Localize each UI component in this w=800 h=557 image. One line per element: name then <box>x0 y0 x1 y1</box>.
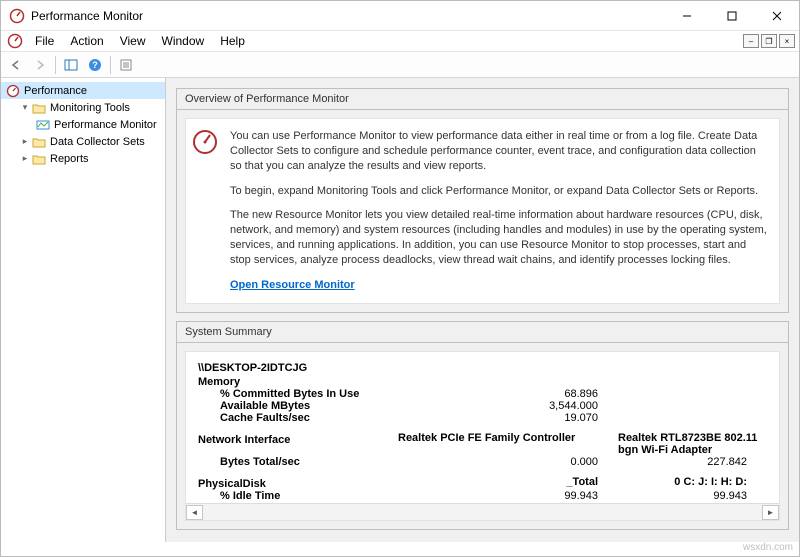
close-button[interactable] <box>754 1 799 30</box>
back-button[interactable] <box>5 54 27 76</box>
footer-watermark: wsxdn.com <box>1 542 799 556</box>
row-label: Available MBytes <box>198 400 398 412</box>
summary-body[interactable]: \\DESKTOP-2IDTCJG Memory % Committed Byt… <box>186 352 779 503</box>
menubar: File Action View Window Help <box>27 31 743 51</box>
row-label: Cache Faults/sec <box>198 412 398 424</box>
collapse-icon[interactable]: ▾ <box>19 102 31 113</box>
menu-file[interactable]: File <box>27 32 62 50</box>
menu-help[interactable]: Help <box>212 32 253 50</box>
row-value: 0.000 <box>398 456 618 468</box>
row-value: 19.070 <box>398 412 618 424</box>
open-resource-monitor-link[interactable]: Open Resource Monitor <box>230 279 355 291</box>
window-title: Performance Monitor <box>31 9 664 23</box>
mmc-icon <box>7 33 23 49</box>
maximize-button[interactable] <box>709 1 754 30</box>
tree-label: Performance Monitor <box>54 119 157 131</box>
toolbar-separator-2 <box>110 56 111 74</box>
tree-node-performance-monitor[interactable]: Performance Monitor <box>1 116 165 133</box>
window-buttons <box>664 1 799 30</box>
help-button[interactable]: ? <box>84 54 106 76</box>
minimize-button[interactable] <box>664 1 709 30</box>
row-label: % Idle Time <box>198 490 398 502</box>
show-hide-tree-button[interactable] <box>60 54 82 76</box>
overview-p3: The new Resource Monitor lets you view d… <box>230 208 769 267</box>
expand-icon[interactable]: ▸ <box>19 136 31 147</box>
perfmon-icon <box>35 117 51 133</box>
menu-window[interactable]: Window <box>154 32 213 50</box>
row-value: 99.943 <box>618 490 767 502</box>
folder-icon <box>31 134 47 150</box>
scroll-right-button[interactable]: ► <box>762 505 779 520</box>
network-title: Network Interface <box>198 434 398 456</box>
disk-grid: PhysicalDisk _Total 0 C: J: I: H: D: % I… <box>198 476 767 503</box>
row-value: 3,544.000 <box>398 400 618 412</box>
menu-action[interactable]: Action <box>62 32 111 50</box>
mdi-restore-button[interactable]: ❐ <box>761 34 777 48</box>
memory-grid: % Committed Bytes In Use68.896 Available… <box>198 388 767 424</box>
tree-node-reports[interactable]: ▸ Reports <box>1 150 165 167</box>
body: Performance ▾ Monitoring Tools Performan… <box>1 78 799 542</box>
overview-icon <box>192 129 220 293</box>
folder-icon <box>31 151 47 167</box>
properties-button[interactable] <box>115 54 137 76</box>
expand-icon[interactable]: ▸ <box>19 153 31 164</box>
col-header: Realtek RTL8723BE 802.11 bgn Wi-Fi Adapt… <box>618 432 767 456</box>
tree-node-monitoring-tools[interactable]: ▾ Monitoring Tools <box>1 99 165 116</box>
disk-title: PhysicalDisk <box>198 478 398 490</box>
app-window: Performance Monitor File Action View Win… <box>0 0 800 557</box>
overview-p1: You can use Performance Monitor to view … <box>230 129 769 174</box>
row-label: % Committed Bytes In Use <box>198 388 398 400</box>
col-header: Realtek PCIe FE Family Controller <box>398 432 618 456</box>
row-value: 68.896 <box>398 388 618 400</box>
memory-title: Memory <box>198 376 767 388</box>
folder-icon <box>31 100 47 116</box>
overview-p2: To begin, expand Monitoring Tools and cl… <box>230 184 769 199</box>
scroll-left-button[interactable]: ◄ <box>186 505 203 520</box>
row-value: 227.842 <box>618 456 767 468</box>
disk-section: PhysicalDisk _Total 0 C: J: I: H: D: % I… <box>198 476 767 503</box>
col-header: _Total <box>398 476 618 490</box>
row-value: 99.943 <box>398 490 618 502</box>
col-header: 0 C: J: I: H: D: <box>618 476 767 490</box>
row-label: Bytes Total/sec <box>198 456 398 468</box>
overview-text: You can use Performance Monitor to view … <box>230 129 769 293</box>
memory-section: Memory % Committed Bytes In Use68.896 Av… <box>198 376 767 424</box>
mdi-buttons: – ❐ × <box>743 31 799 51</box>
network-grid: Network Interface Realtek PCIe FE Family… <box>198 432 767 468</box>
horizontal-scrollbar[interactable]: ◄ ► <box>186 503 779 520</box>
hostname: \\DESKTOP-2IDTCJG <box>198 362 767 374</box>
overview-header: Overview of Performance Monitor <box>177 89 788 110</box>
scroll-track[interactable] <box>203 505 762 520</box>
tree-label: Performance <box>24 85 87 97</box>
summary-body-wrap: \\DESKTOP-2IDTCJG Memory % Committed Byt… <box>185 351 780 521</box>
performance-icon <box>5 83 21 99</box>
menu-view[interactable]: View <box>112 32 154 50</box>
tree-label: Reports <box>50 153 89 165</box>
toolbar-separator <box>55 56 56 74</box>
system-summary-header: System Summary <box>177 322 788 343</box>
forward-button[interactable] <box>29 54 51 76</box>
tree-label: Data Collector Sets <box>50 136 145 148</box>
menubar-row: File Action View Window Help – ❐ × <box>1 31 799 52</box>
tree-node-performance[interactable]: Performance <box>1 82 165 99</box>
app-icon <box>9 8 25 24</box>
nav-tree[interactable]: Performance ▾ Monitoring Tools Performan… <box>1 78 166 542</box>
svg-text:?: ? <box>92 60 98 70</box>
overview-panel: Overview of Performance Monitor You can … <box>176 88 789 313</box>
mdi-close-button[interactable]: × <box>779 34 795 48</box>
tree-node-data-collector-sets[interactable]: ▸ Data Collector Sets <box>1 133 165 150</box>
toolbar: ? <box>1 52 799 78</box>
overview-body: You can use Performance Monitor to view … <box>185 118 780 304</box>
mdi-minimize-button[interactable]: – <box>743 34 759 48</box>
tree-label: Monitoring Tools <box>50 102 130 114</box>
titlebar: Performance Monitor <box>1 1 799 31</box>
network-section: Network Interface Realtek PCIe FE Family… <box>198 432 767 468</box>
content-area: Overview of Performance Monitor You can … <box>166 78 799 542</box>
system-summary-panel: System Summary \\DESKTOP-2IDTCJG Memory … <box>176 321 789 530</box>
